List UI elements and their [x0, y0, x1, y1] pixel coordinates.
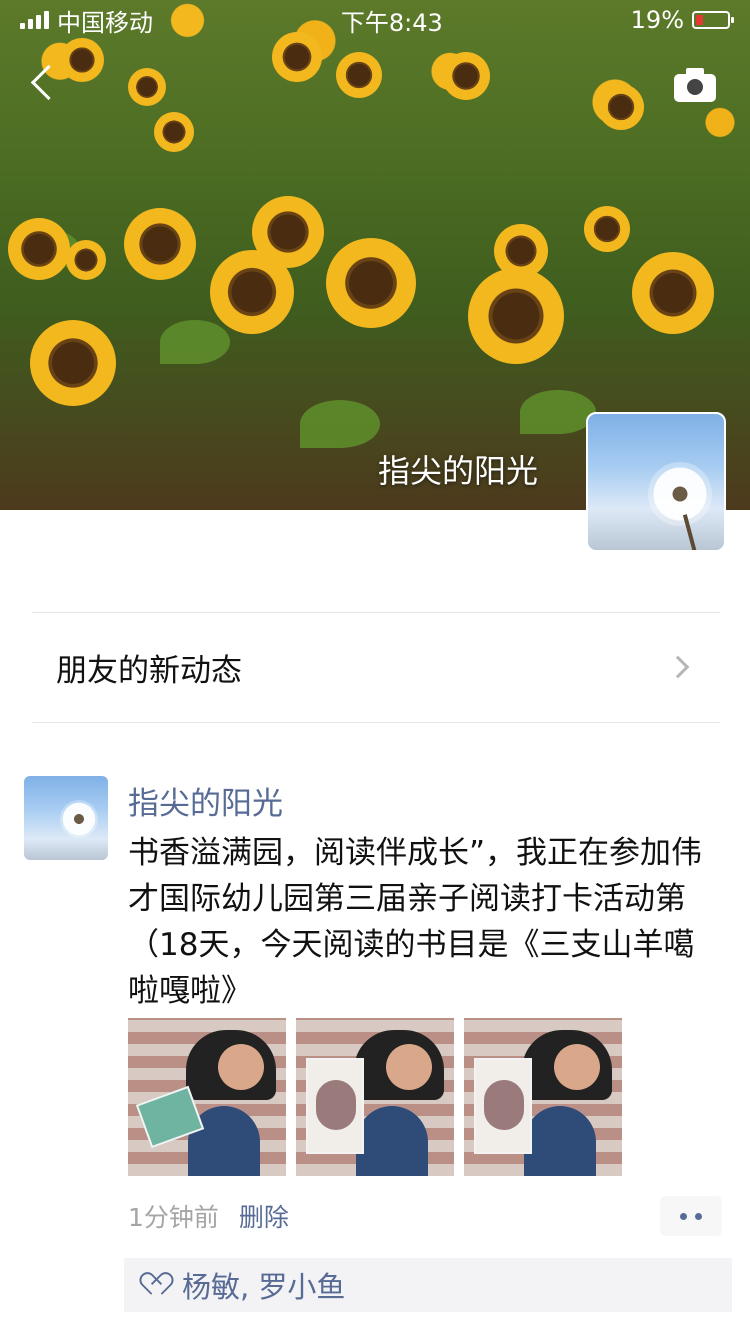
- status-bar: 中国移动 下午8:43 19%: [0, 0, 750, 40]
- sunflower: [632, 252, 714, 334]
- leaf: [300, 400, 380, 448]
- post-meta: 1分钟前 删除: [128, 1198, 289, 1234]
- dandelion-image: [648, 462, 712, 526]
- post-photo-1[interactable]: [128, 1018, 286, 1176]
- back-button[interactable]: [24, 62, 64, 106]
- delete-button[interactable]: 删除: [239, 1198, 289, 1234]
- status-left: 中国移动: [20, 3, 153, 38]
- friends-updates-row[interactable]: 朋友的新动态: [32, 612, 720, 722]
- post-avatar[interactable]: [24, 776, 108, 860]
- sunflower: [468, 268, 564, 364]
- battery-icon: [692, 11, 734, 29]
- more-button[interactable]: [660, 1196, 722, 1236]
- sunflower: [210, 250, 294, 334]
- sunflower: [442, 52, 490, 100]
- sunflower: [128, 68, 166, 106]
- post-photo-2[interactable]: [296, 1018, 454, 1176]
- photo-face: [386, 1044, 432, 1090]
- leaf: [520, 390, 596, 434]
- more-dots-icon: [680, 1212, 687, 1220]
- sunflower: [494, 224, 548, 278]
- sunflower: [154, 112, 194, 152]
- sunflower: [336, 52, 382, 98]
- post-photo-3[interactable]: [464, 1018, 622, 1176]
- camera-button[interactable]: [674, 68, 716, 102]
- post-author[interactable]: 指尖的阳光: [128, 778, 283, 823]
- photo-face: [218, 1044, 264, 1090]
- sunflower: [30, 320, 116, 406]
- photo-book: [306, 1058, 364, 1154]
- post-time: 1分钟前: [128, 1203, 219, 1232]
- signal-icon: [20, 11, 49, 29]
- battery-percent: 19%: [630, 6, 684, 34]
- photo-child: [524, 1106, 596, 1176]
- sunflower: [60, 38, 104, 82]
- status-time: 下午8:43: [340, 8, 443, 37]
- likes-list[interactable]: 杨敏, 罗小鱼: [182, 1264, 345, 1306]
- photo-face: [554, 1044, 600, 1090]
- status-right: 19%: [630, 6, 734, 34]
- sunflower: [66, 240, 106, 280]
- friends-updates-label: 朋友的新动态: [56, 652, 242, 689]
- sunflower: [326, 238, 416, 328]
- photo-book: [474, 1058, 532, 1154]
- leaf: [160, 320, 230, 364]
- sunflower: [8, 218, 70, 280]
- post-photos: [128, 1018, 622, 1176]
- moments-page: 中国移动 下午8:43 19% 指尖的阳光 朋友的新动态 指尖的阳光 书香溢满园…: [0, 0, 750, 1334]
- heart-icon: [146, 1274, 170, 1296]
- camera-lens: [687, 79, 703, 95]
- chevron-right-icon: [666, 655, 690, 679]
- post-text: 书香溢满园，阅读伴成长”，我正在参加伟才国际幼儿园第三届亲子阅读打卡活动第（18…: [128, 835, 703, 1009]
- photo-child: [356, 1106, 428, 1176]
- carrier-label: 中国移动: [57, 8, 153, 37]
- sunflower: [598, 84, 644, 130]
- sunflower: [584, 206, 630, 252]
- likes-bar: 杨敏, 罗小鱼: [124, 1258, 732, 1312]
- dandelion-image: [60, 800, 98, 838]
- profile-avatar[interactable]: [586, 412, 726, 552]
- sunflower: [124, 208, 196, 280]
- profile-name: 指尖的阳光: [377, 452, 538, 490]
- divider: [32, 722, 720, 723]
